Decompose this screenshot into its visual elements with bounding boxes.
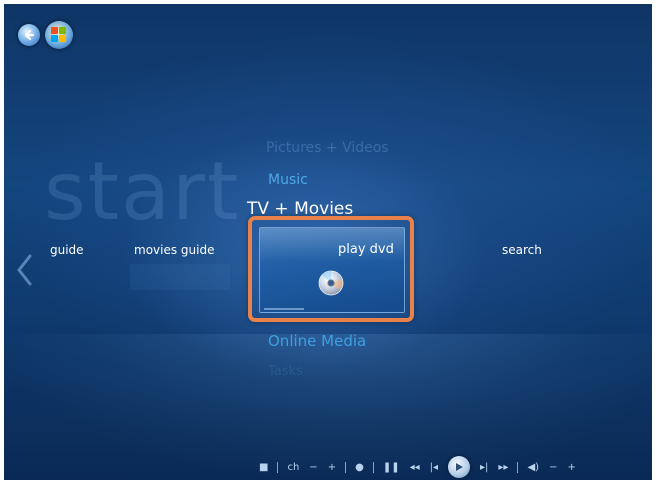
play-button[interactable]: [448, 456, 471, 478]
windows-flag-icon: [51, 27, 67, 43]
transport-controls: ■ ch − + ● ❚❚ ◂◂ |◂ ▸| ▸▸ ◀) − +: [254, 456, 581, 478]
scroll-left-icon[interactable]: [14, 250, 36, 290]
separator: [277, 461, 279, 473]
dvd-disc-icon: [318, 270, 344, 296]
mute-button[interactable]: ◀): [527, 462, 539, 473]
play-icon: [456, 463, 464, 471]
back-button[interactable]: [18, 24, 40, 46]
volume-down-button[interactable]: −: [549, 462, 557, 473]
menu-item-online-media[interactable]: Online Media: [268, 332, 366, 350]
focus-highlight: play dvd: [248, 216, 414, 322]
strip-item-search[interactable]: search: [502, 243, 542, 257]
skip-back-button[interactable]: |◂: [430, 462, 438, 473]
separator: [372, 461, 374, 473]
rewind-button[interactable]: ◂◂: [410, 462, 420, 473]
strip-ghost-highlight: [130, 264, 230, 290]
channel-down-button[interactable]: −: [309, 462, 317, 473]
media-center-screen: start Pictures + Videos Music TV + Movie…: [4, 4, 652, 480]
tile-label: play dvd: [338, 242, 394, 257]
pause-button[interactable]: ❚❚: [383, 462, 400, 473]
skip-forward-button[interactable]: ▸|: [480, 462, 488, 473]
tile-play-dvd[interactable]: play dvd: [259, 227, 405, 313]
start-button[interactable]: [45, 21, 73, 49]
strip-item-guide[interactable]: guide: [50, 243, 84, 257]
menu-item-tasks[interactable]: Tasks: [268, 364, 303, 379]
stop-button[interactable]: ■: [259, 462, 268, 473]
start-watermark: start: [44, 145, 241, 238]
tile-progress-underline: [264, 308, 304, 310]
back-arrow-icon: [24, 29, 35, 41]
menu-item-pictures-videos[interactable]: Pictures + Videos: [266, 140, 389, 156]
separator: [345, 461, 347, 473]
channel-up-button[interactable]: +: [328, 462, 336, 473]
strip-item-movies-guide[interactable]: movies guide: [134, 243, 214, 257]
volume-up-button[interactable]: +: [567, 462, 575, 473]
record-button[interactable]: ●: [355, 462, 364, 473]
fast-forward-button[interactable]: ▸▸: [498, 462, 508, 473]
separator: [517, 461, 519, 473]
menu-item-music[interactable]: Music: [268, 172, 308, 188]
channel-label: ch: [287, 461, 300, 473]
